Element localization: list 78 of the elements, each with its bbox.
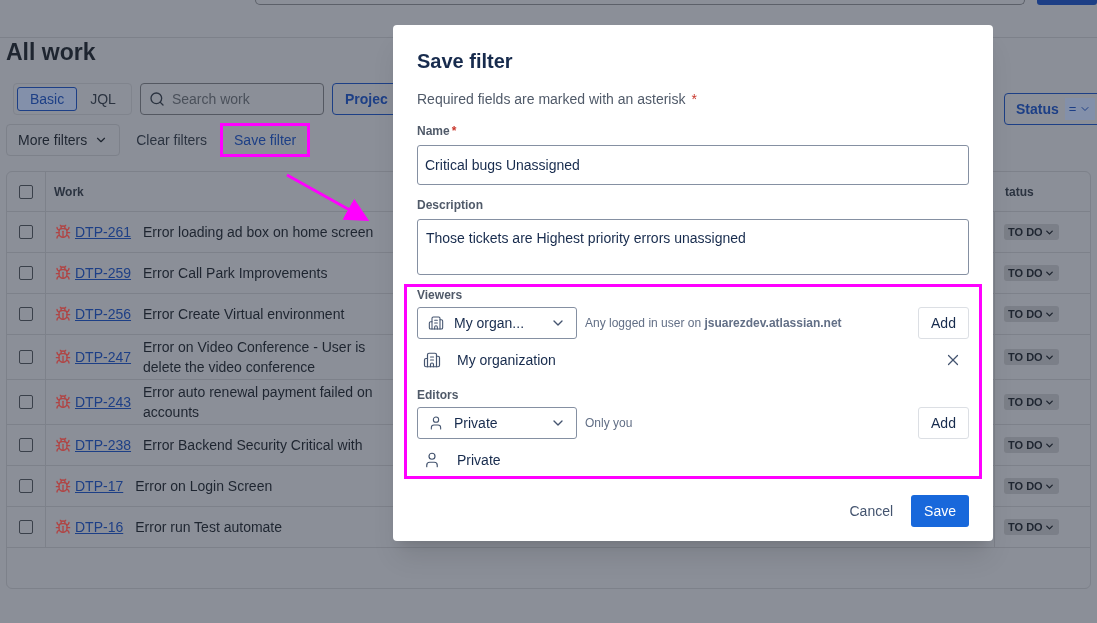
- field-label: Editors: [417, 388, 460, 402]
- status-badge[interactable]: TO DO: [1004, 265, 1059, 281]
- bug-icon: [55, 394, 71, 410]
- checkbox[interactable]: [19, 520, 33, 534]
- work-title: Error Backend Security Critical with: [143, 436, 363, 455]
- dialog-title: Save filter: [417, 49, 514, 73]
- required-asterisk: *: [691, 90, 697, 109]
- field-label: Viewers: [417, 288, 464, 302]
- field-label: Name: [417, 123, 450, 140]
- work-title: Error Call Park Improvements: [143, 264, 328, 283]
- permission-entry: My organization: [457, 350, 556, 370]
- status-filter-label: Status: [1016, 99, 1059, 119]
- person-icon: [428, 415, 444, 431]
- bug-icon: [55, 437, 71, 453]
- bug-icon: [55, 265, 71, 281]
- status-filter[interactable]: Status =: [1004, 93, 1097, 125]
- search-icon: [148, 91, 165, 107]
- status-badge[interactable]: TO DO: [1004, 306, 1059, 322]
- permission-select[interactable]: My organ...: [417, 307, 577, 339]
- checkbox[interactable]: [19, 225, 33, 239]
- work-key-link[interactable]: DTP-238: [75, 434, 132, 456]
- work-key-link[interactable]: DTP-243: [75, 391, 132, 413]
- person-icon: [423, 451, 441, 469]
- add-button[interactable]: Add: [918, 307, 969, 339]
- description-input[interactable]: Those tickets are Highest priority errors unassigned: [417, 219, 969, 275]
- bug-icon: [55, 478, 71, 494]
- mode-tab[interactable]: Basic: [17, 87, 78, 111]
- operator-select[interactable]: =: [1064, 98, 1096, 120]
- work-title: Error Create Virtual environment: [143, 305, 345, 324]
- work-title: Error loading ad box on home screen: [143, 223, 374, 242]
- work-key-link[interactable]: DTP-247: [75, 346, 132, 368]
- work-title: Error on Login Screen: [135, 477, 273, 496]
- required-note: Required fields are marked with an asterisk: [417, 90, 686, 109]
- cancel-button[interactable]: Cancel: [839, 495, 904, 527]
- checkbox[interactable]: [19, 438, 33, 452]
- work-key-link[interactable]: DTP-16: [75, 516, 124, 538]
- required-asterisk: *: [451, 123, 457, 140]
- name-input[interactable]: Critical bugs Unassigned: [417, 145, 969, 185]
- work-title: Error run Test automate: [135, 518, 283, 537]
- page-title: All work: [6, 39, 96, 65]
- status-badge[interactable]: TO DO: [1004, 519, 1059, 535]
- work-title: Error on Video Conference - User is delete the video conference: [143, 338, 366, 377]
- field-label: Description: [417, 197, 484, 214]
- status-badge[interactable]: TO DO: [1004, 478, 1059, 494]
- work-key-link[interactable]: DTP-256: [75, 303, 132, 325]
- permission-select[interactable]: Private: [417, 407, 577, 439]
- checkbox[interactable]: [19, 266, 33, 280]
- save-button[interactable]: Save: [911, 495, 969, 527]
- checkbox[interactable]: [19, 184, 33, 199]
- bug-icon: [55, 306, 71, 322]
- column-header: Work: [54, 183, 84, 201]
- checkbox[interactable]: [19, 307, 33, 321]
- permission-entry: Private: [457, 450, 501, 470]
- work-key-link[interactable]: DTP-17: [75, 475, 124, 497]
- checkbox[interactable]: [19, 350, 33, 364]
- column-header: tatus: [1005, 183, 1034, 201]
- work-title: Error auto renewal payment failed on accounts: [143, 383, 373, 422]
- work-key-link[interactable]: DTP-261: [75, 221, 132, 243]
- status-badge[interactable]: TO DO: [1004, 394, 1059, 410]
- status-badge[interactable]: TO DO: [1004, 349, 1059, 365]
- save-filter-link[interactable]: Save filter: [220, 123, 311, 157]
- mode-tab[interactable]: JQL: [78, 87, 128, 111]
- add-button[interactable]: Add: [918, 407, 969, 439]
- status-badge[interactable]: TO DO: [1004, 224, 1059, 240]
- building-icon: [428, 315, 444, 331]
- status-badge[interactable]: TO DO: [1004, 437, 1059, 453]
- permission-hint: Any logged in user on jsuarezdev.atlassian.net: [585, 315, 842, 332]
- clear-filters-button[interactable]: Clear filters: [136, 129, 208, 151]
- work-key-link[interactable]: DTP-259: [75, 262, 132, 284]
- more-filters-button[interactable]: More filters: [6, 124, 121, 156]
- bug-icon: [55, 349, 71, 365]
- permission-hint: Only you: [585, 415, 633, 432]
- building-icon: [423, 351, 441, 369]
- bug-icon: [55, 224, 71, 240]
- checkbox[interactable]: [19, 479, 33, 493]
- search-field[interactable]: Search work: [139, 83, 324, 115]
- checkbox[interactable]: [19, 395, 33, 409]
- bug-icon: [55, 519, 71, 535]
